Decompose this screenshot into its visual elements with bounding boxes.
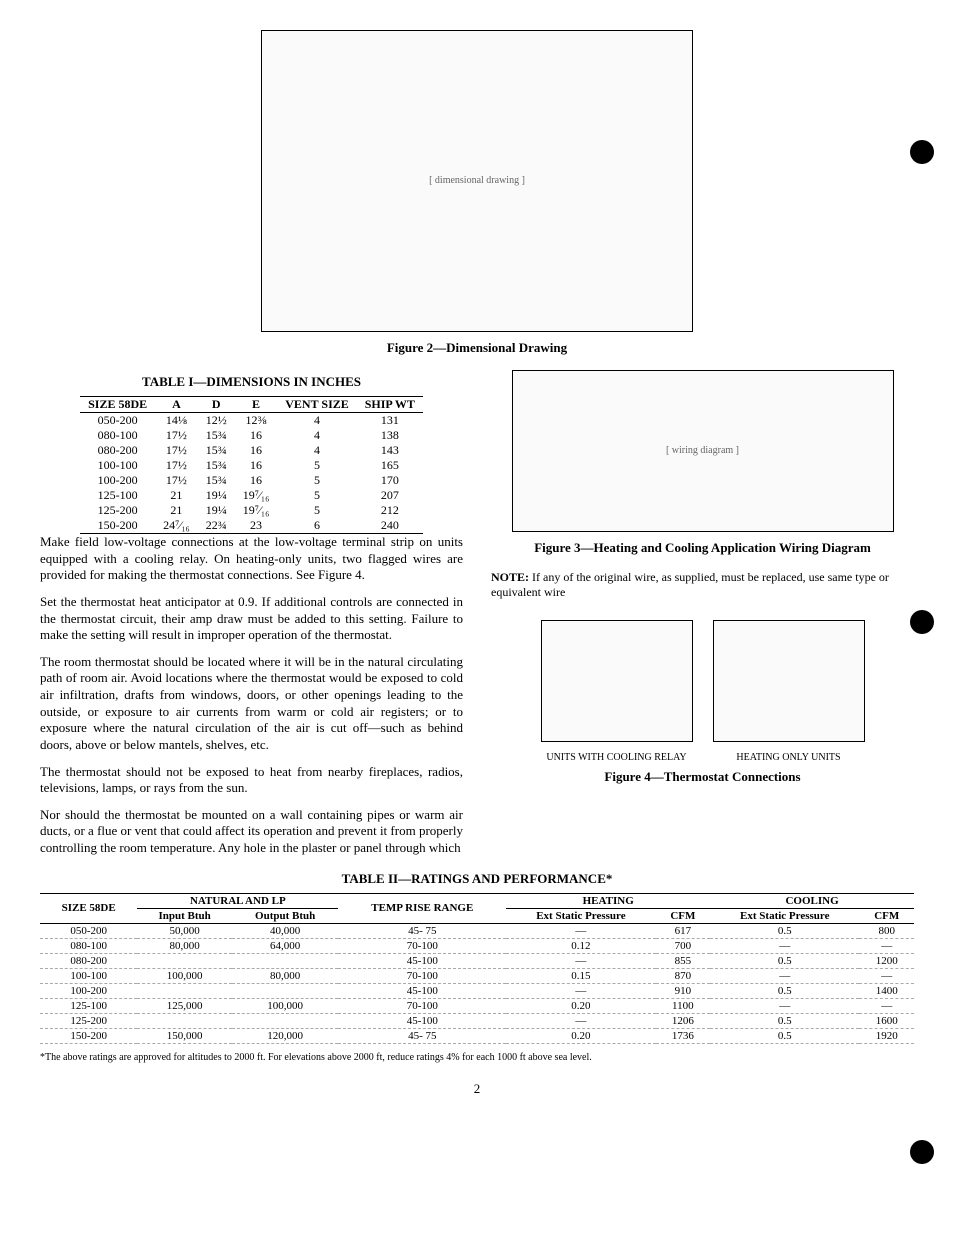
figure-3-diagram: [ wiring diagram ] [491, 370, 914, 532]
t2-s-cesp: Ext Static Pressure [710, 908, 859, 923]
t1-h-wt: SHIP WT [357, 397, 423, 413]
fig4-right-label: HEATING ONLY UNITS [713, 752, 865, 763]
t1-h-a: A [155, 397, 198, 413]
table-row: 100-20017½15¾165170 [80, 473, 423, 488]
table-row: 150-20024⁷⁄₁₆22¾236240 [80, 518, 423, 534]
para-4: The thermostat should not be exposed to … [40, 764, 463, 797]
table-2-title: TABLE II—RATINGS AND PERFORMANCE* [40, 871, 914, 887]
table-1-title: TABLE I—DIMENSIONS IN INCHES [40, 374, 463, 390]
t2-s-out: Output Btuh [232, 908, 338, 923]
para-5: Nor should the thermostat be mounted on … [40, 807, 463, 857]
t2-s-in: Input Btuh [137, 908, 232, 923]
table-row: 080-20045-100—8550.51200 [40, 953, 914, 968]
t2-g-rise: TEMP RISE RANGE [338, 893, 506, 923]
figure-2-drawing: [ dimensional drawing ] [40, 30, 914, 332]
table-row: 050-20014⅛12½12⅜4131 [80, 413, 423, 429]
t2-g-nat: NATURAL AND LP [137, 893, 338, 908]
table-row: 125-20045-100—12060.51600 [40, 1013, 914, 1028]
t1-h-d: D [198, 397, 235, 413]
table-row: 150-200150,000120,00045- 750.2017360.519… [40, 1028, 914, 1043]
para-3: The room thermostat should be located wh… [40, 654, 463, 754]
figure-2-title: Figure 2—Dimensional Drawing [40, 340, 914, 356]
fig4-left [541, 620, 693, 742]
table-2: SIZE 58DE NATURAL AND LP TEMP RISE RANGE… [40, 893, 914, 1044]
fig4-left-label: UNITS WITH COOLING RELAY [541, 752, 693, 763]
t1-h-size: SIZE 58DE [80, 397, 155, 413]
para-1: Make field low-voltage connections at th… [40, 534, 463, 584]
figure-3-title: Figure 3—Heating and Cooling Application… [491, 540, 914, 556]
para-2: Set the thermostat heat anticipator at 0… [40, 594, 463, 644]
t2-g-heat: HEATING [506, 893, 710, 908]
table-1: SIZE 58DE A D E VENT SIZE SHIP WT 050-20… [80, 396, 423, 534]
figure-3-note: NOTE: If any of the original wire, as su… [491, 570, 914, 600]
fig4-right [713, 620, 865, 742]
note-label: NOTE: [491, 570, 529, 584]
t1-h-vent: VENT SIZE [277, 397, 356, 413]
table-row: 125-1002119¼19⁷⁄₁₆5207 [80, 488, 423, 503]
t2-s-ccfm: CFM [859, 908, 914, 923]
t2-s-hcfm: CFM [656, 908, 711, 923]
page-number: 2 [40, 1081, 914, 1097]
table-row: 125-100125,000100,00070-1000.201100—— [40, 998, 914, 1013]
t2-g-cool: COOLING [710, 893, 914, 908]
t2-s-hesp: Ext Static Pressure [506, 908, 655, 923]
table-row: 080-10017½15¾164138 [80, 428, 423, 443]
table-2-footnote: *The above ratings are approved for alti… [40, 1052, 914, 1063]
t1-h-e: E [235, 397, 278, 413]
table-row: 080-20017½15¾164143 [80, 443, 423, 458]
note-text: If any of the original wire, as supplied… [491, 570, 889, 599]
table-row: 080-10080,00064,00070-1000.12700—— [40, 938, 914, 953]
table-row: 100-100100,00080,00070-1000.15870—— [40, 968, 914, 983]
figure-4-title: Figure 4—Thermostat Connections [491, 769, 914, 785]
table-row: 050-20050,00040,00045- 75—6170.5800 [40, 923, 914, 938]
table-row: 100-20045-100—9100.51400 [40, 983, 914, 998]
table-row: 100-10017½15¾165165 [80, 458, 423, 473]
t2-g-size: SIZE 58DE [40, 893, 137, 923]
table-row: 125-2002119¼19⁷⁄₁₆5212 [80, 503, 423, 518]
